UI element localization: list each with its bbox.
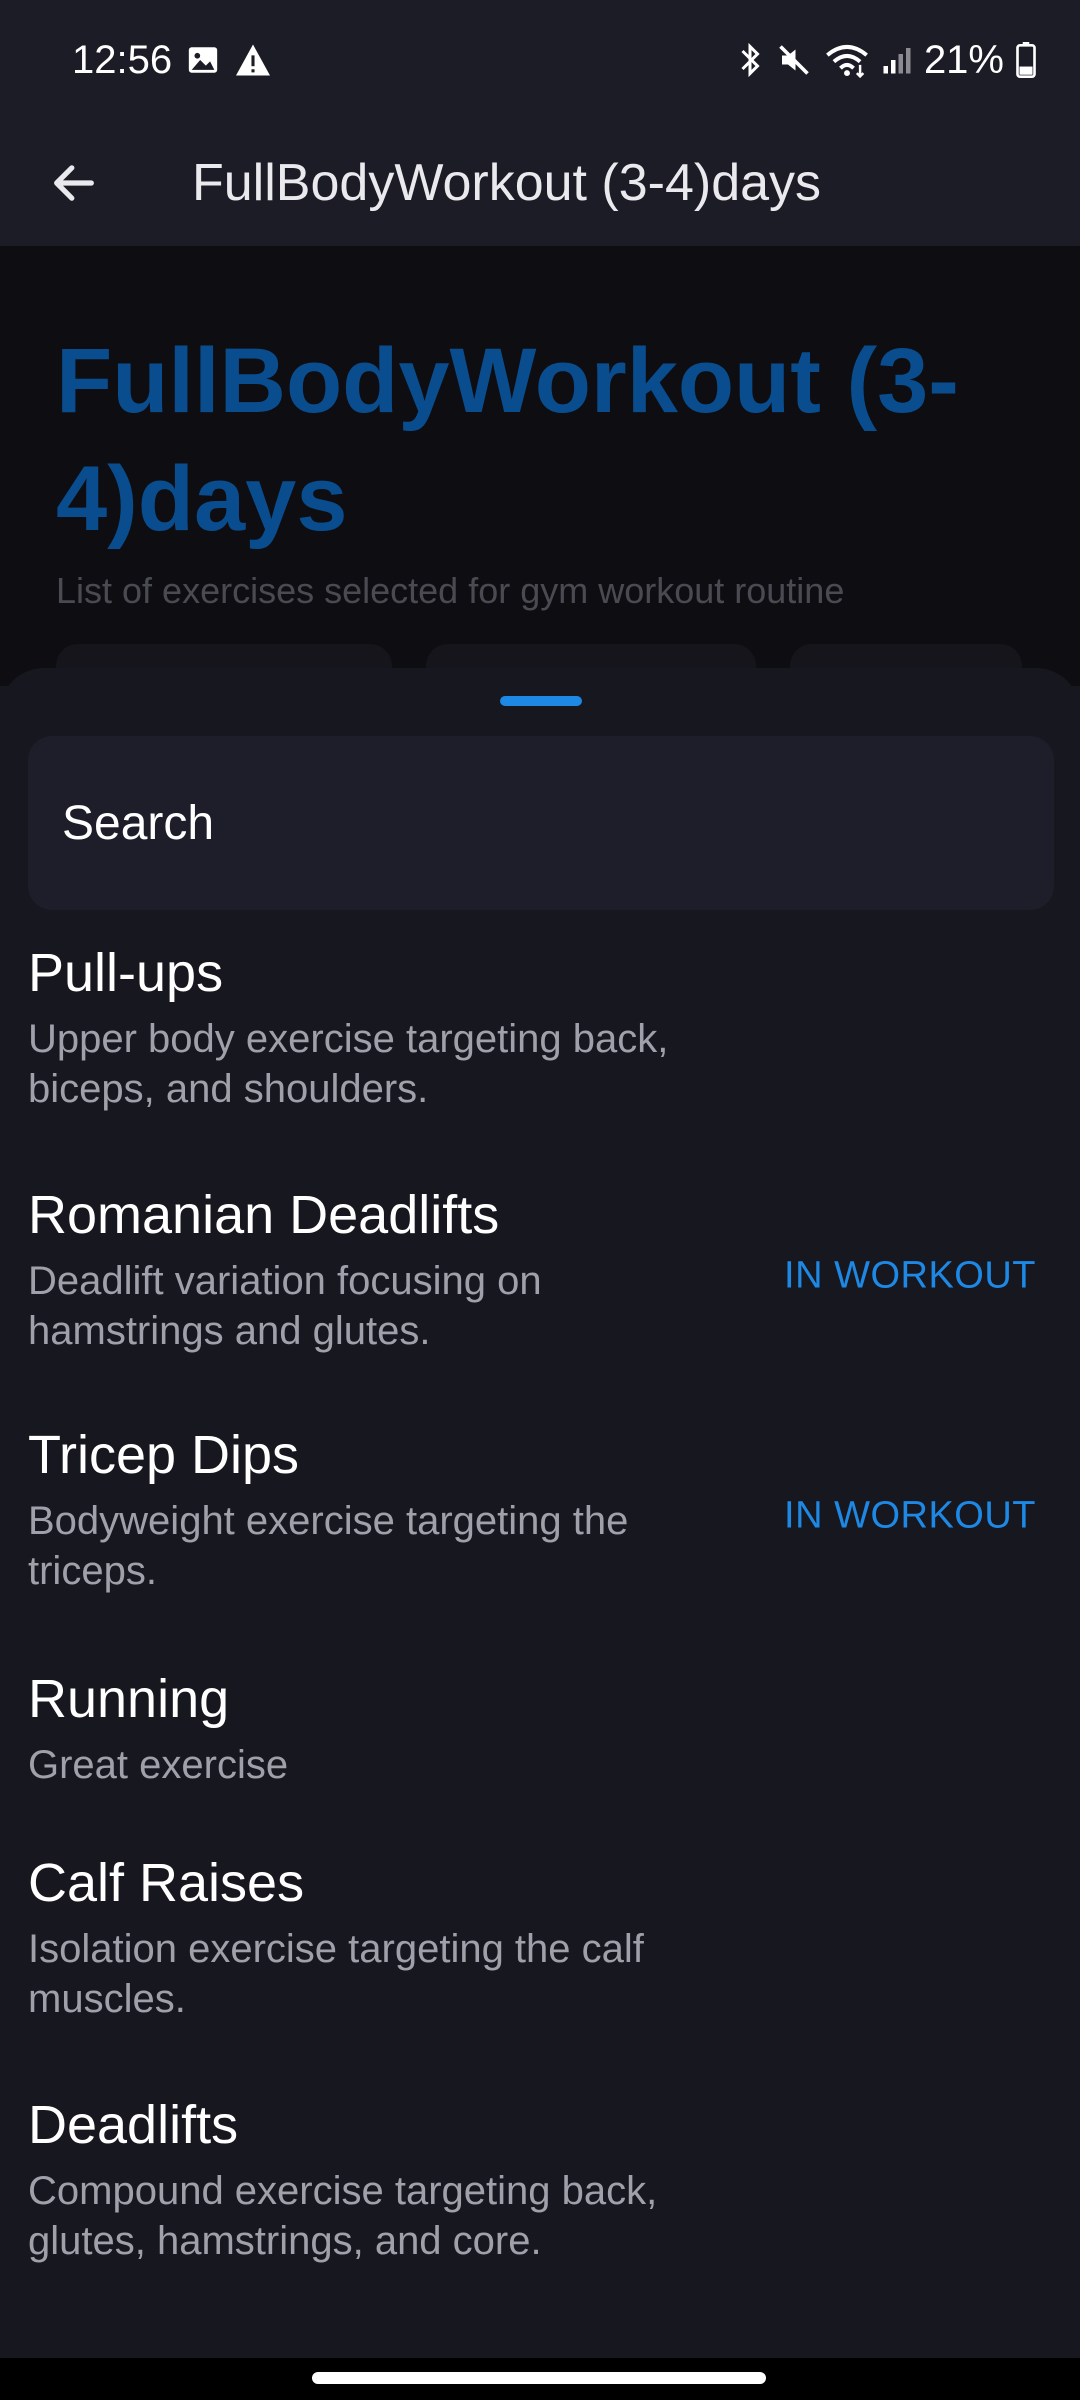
status-time: 12:56 bbox=[72, 37, 173, 82]
exercise-name: Romanian Deadlifts bbox=[28, 1185, 500, 1245]
wifi-icon bbox=[824, 42, 870, 78]
signal-icon bbox=[882, 44, 912, 76]
exercise-description: Deadlift variation focusing on hamstring… bbox=[28, 1259, 542, 1353]
exercise-name: Tricep Dips bbox=[28, 1425, 300, 1485]
status-right: 21% bbox=[736, 38, 1036, 83]
home-indicator[interactable] bbox=[312, 2372, 766, 2384]
exercise-bottom-sheet: Search Pull-ups Upper body exercise targ… bbox=[0, 668, 1080, 2358]
warning-icon bbox=[234, 43, 272, 77]
exercise-name: Running bbox=[28, 1669, 230, 1729]
list-item[interactable]: Pull-ups Upper body exercise targeting b… bbox=[0, 910, 1080, 1156]
screen: 12:56 21% FullBodyWorkout (3-4)days Full… bbox=[0, 0, 1080, 2400]
bluetooth-icon bbox=[736, 42, 764, 78]
in-workout-badge: IN WORKOUT bbox=[784, 1254, 1036, 1297]
list-item[interactable]: Calf Raises Isolation exercise targeting… bbox=[0, 1830, 1080, 2072]
image-icon bbox=[186, 43, 220, 77]
exercise-name: Pull-ups bbox=[28, 943, 224, 1003]
exercise-list: Pull-ups Upper body exercise targeting b… bbox=[0, 910, 1080, 2298]
mute-icon bbox=[776, 42, 812, 78]
exercise-description: Isolation exercise targeting the calf mu… bbox=[28, 1927, 644, 2021]
status-left: 12:56 bbox=[72, 38, 272, 83]
app-bar: FullBodyWorkout (3-4)days bbox=[0, 120, 1080, 246]
arrow-back-icon bbox=[54, 165, 94, 201]
exercise-name: Deadlifts bbox=[28, 2095, 239, 2155]
battery-percent: 21% bbox=[923, 37, 1004, 82]
background-content: FullBodyWorkout (3-4)days List of exerci… bbox=[0, 246, 1080, 704]
workout-title: FullBodyWorkout (3-4)days bbox=[56, 330, 959, 550]
exercise-name: Calf Raises bbox=[28, 1853, 305, 1913]
workout-subtitle: List of exercises selected for gym worko… bbox=[56, 570, 845, 611]
exercise-description: Compound exercise targeting back, glutes… bbox=[28, 2169, 658, 2263]
battery-icon bbox=[1016, 42, 1036, 78]
in-workout-badge: IN WORKOUT bbox=[784, 1494, 1036, 1537]
exercise-description: Bodyweight exercise targeting the tricep… bbox=[28, 1499, 629, 1593]
list-item[interactable]: Running Great exercise bbox=[0, 1636, 1080, 1830]
app-bar-title: FullBodyWorkout (3-4)days bbox=[192, 154, 822, 212]
back-button[interactable] bbox=[26, 135, 122, 231]
search-placeholder: Search bbox=[62, 796, 215, 850]
exercise-description: Upper body exercise targeting back, bice… bbox=[28, 1017, 669, 1111]
exercise-description: Great exercise bbox=[28, 1743, 289, 1787]
list-item[interactable]: Romanian Deadlifts Deadlift variation fo… bbox=[0, 1156, 1080, 1396]
list-item[interactable]: Deadlifts Compound exercise targeting ba… bbox=[0, 2072, 1080, 2298]
drag-handle[interactable] bbox=[500, 696, 582, 706]
list-item[interactable]: Tricep Dips Bodyweight exercise targetin… bbox=[0, 1396, 1080, 1636]
status-bar: 12:56 21% bbox=[0, 0, 1080, 120]
search-input[interactable]: Search bbox=[28, 736, 1054, 910]
